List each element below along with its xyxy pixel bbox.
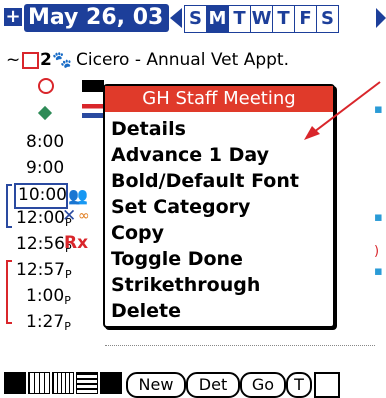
day-button-monday[interactable]: M	[206, 5, 229, 33]
day-button-friday[interactable]: F	[294, 5, 317, 33]
diamond-icon	[37, 105, 53, 121]
month-view-icon[interactable]	[52, 372, 74, 394]
day-button-thursday[interactable]: T	[272, 5, 295, 33]
priority-number: 2	[40, 50, 52, 70]
rings-icon: ∞	[78, 208, 90, 224]
annotation-arrow-icon	[304, 81, 381, 140]
next-week-arrow-icon[interactable]	[376, 8, 386, 28]
time-bracket-blue	[6, 184, 12, 228]
todo-view-icon[interactable]	[100, 372, 122, 394]
add-event-button[interactable]: +	[4, 6, 22, 27]
flag-icon	[82, 104, 104, 118]
time-label: 8:00	[26, 132, 65, 152]
plus-icon: +	[5, 6, 21, 27]
timer-button[interactable]: T	[286, 372, 312, 398]
details-button[interactable]: Det	[186, 372, 240, 398]
menu-item-advance-1-day[interactable]: Advance 1 Day	[111, 142, 269, 168]
header: + May 26, 03 S M T W T F S	[0, 0, 386, 44]
menu-item-toggle-done[interactable]: Toggle Done	[111, 246, 243, 272]
expand-icon[interactable]	[314, 372, 340, 398]
menu-item-details[interactable]: Details	[111, 116, 186, 142]
todo-checkbox[interactable]	[22, 52, 39, 69]
time-label: 9:00	[26, 158, 65, 178]
time-label: 1:27P	[26, 312, 71, 333]
date-title[interactable]: May 26, 03	[24, 4, 170, 32]
menu-item-strikethrough[interactable]: Strikethrough	[111, 272, 260, 298]
day-button-tuesday[interactable]: T	[228, 5, 251, 33]
day-button-saturday[interactable]: S	[316, 5, 339, 33]
time-label: 10:00	[18, 185, 67, 205]
new-button[interactable]: New	[126, 372, 186, 398]
slot-divider	[105, 345, 375, 346]
repeat-indicator: ~	[6, 50, 21, 70]
tools-icon: ✕	[62, 206, 77, 226]
circle-icon	[38, 78, 54, 94]
people-icon: 👥	[68, 186, 88, 205]
week-view-icon[interactable]	[28, 372, 50, 394]
day-button-sunday[interactable]: S	[184, 5, 207, 33]
horse-icon	[82, 80, 104, 92]
day-view-icon[interactable]	[4, 372, 26, 394]
go-button[interactable]: Go	[240, 372, 286, 398]
time-bracket-red	[6, 260, 12, 324]
time-slot-selected[interactable]: 10:00	[14, 183, 68, 209]
menu-item-delete[interactable]: Delete	[111, 298, 181, 324]
menu-item-copy[interactable]: Copy	[111, 220, 164, 246]
bottom-toolbar: New Det Go T	[0, 368, 386, 398]
menu-item-bold-default-font[interactable]: Bold/Default Font	[111, 168, 299, 194]
note-icon: ▪	[374, 210, 383, 225]
event-title[interactable]: Cicero - Annual Vet Appt.	[76, 50, 289, 70]
repeat-icon: )	[374, 244, 380, 259]
time-label: 1:00P	[26, 286, 71, 307]
menu-item-set-category[interactable]: Set Category	[111, 194, 250, 220]
day-button-wednesday[interactable]: W	[250, 5, 273, 33]
previous-week-arrow-icon[interactable]	[170, 8, 182, 28]
dog-icon: 🐾	[52, 50, 72, 69]
note-icon: ▪	[374, 264, 383, 279]
prescription-icon: Rx	[64, 233, 89, 253]
week-day-selector: S M T W T F S	[184, 5, 339, 33]
list-view-icon[interactable]	[76, 372, 98, 394]
time-label: 12:57P	[16, 260, 72, 281]
